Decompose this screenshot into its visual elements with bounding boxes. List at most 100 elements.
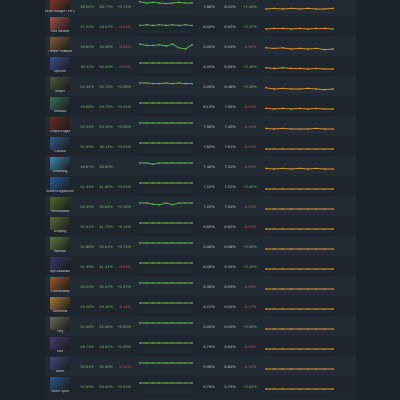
sparkline-point [298, 128, 301, 130]
hero-portrait[interactable] [50, 297, 70, 310]
hero-portrait[interactable] [50, 177, 70, 190]
hero-cell[interactable]: Treant Protector [45, 36, 75, 56]
sparkline-point [323, 68, 326, 70]
sparkline-svg [139, 322, 193, 333]
pickrate-after: 6.48% [224, 83, 236, 89]
sparkline-point [332, 328, 334, 330]
hero-portrait[interactable] [50, 197, 70, 210]
table-row[interactable]: Enchantress 50.20% 50.57% +0.37% 6.35% 6.09% -… [45, 276, 356, 296]
sparkline-point [139, 122, 141, 124]
sparkline-point [165, 262, 167, 264]
table-row[interactable]: Chaos Knight 52.93% 53.19% +0.26% 7.56% 7.42%… [45, 116, 356, 136]
hero-portrait[interactable] [50, 277, 70, 290]
sparkline-svg [139, 0, 193, 13]
table-row[interactable]: Ancient Apparition 51.43% 51.65% +0.22% 7.22… [45, 176, 356, 196]
pickrate-change: -0.07% [243, 223, 257, 229]
table-row[interactable]: Lion 48.73% 48.82% +0.09% 6.79% 6.64% -0.15% [45, 336, 356, 356]
table-row[interactable]: Bane 50.81% 50.69% -0.12% 6.95% 6.83% -0.12% [45, 356, 356, 376]
sparkline-point [332, 268, 334, 270]
sparkline-point [306, 68, 309, 70]
sparkline-point [306, 28, 309, 30]
hero-cell[interactable]: Morphling [45, 156, 75, 176]
hero-portrait[interactable] [50, 157, 70, 170]
table-row[interactable]: Spectre 52.11% 52.09% -0.02% 6.20% 6.55% +0.35… [45, 56, 356, 76]
sparkline-point [332, 28, 334, 30]
sparkline-point [191, 122, 193, 124]
hero-cell[interactable]: Sniper [45, 76, 75, 96]
hero-cell[interactable]: Storm Spirit [45, 376, 75, 396]
hero-portrait[interactable] [50, 257, 70, 270]
table-row[interactable]: Venomancer 50.49% 50.64% +0.15% 7.22% 7.00% -0… [45, 196, 356, 216]
hero-cell[interactable]: Venomancer [45, 196, 75, 216]
hero-name: Medusa [53, 110, 67, 113]
sparkline-point [315, 47, 318, 50]
table-row[interactable]: Undying 51.61% 51.72% +0.11% 6.69% 6.62% -0.07… [45, 216, 356, 236]
table-row[interactable]: Medusa 49.68% 49.72% +0.21% 8.19% 7.99% -0.20% [45, 96, 356, 116]
hero-cell[interactable]: Medusa [45, 96, 75, 116]
table-row[interactable]: Treant Protector 39.60% 40.06% -0.24% 6.00% 6… [45, 36, 356, 56]
hero-portrait[interactable] [50, 377, 70, 390]
sparkline-point [158, 282, 161, 284]
winrate-after: 50.69% [99, 363, 113, 369]
hero-cell[interactable]: Lion [45, 336, 75, 356]
sparkline-point [152, 362, 154, 364]
sparkline-point [171, 62, 174, 64]
hero-cell[interactable]: Spectre [45, 56, 75, 76]
hero-name: Void Weaver [50, 30, 70, 33]
sparkline-point [273, 228, 276, 230]
sparkline-svg [265, 188, 334, 193]
table-row[interactable]: Storm Spirit 52.69% 53.60% +0.91% 5.76% 5.79%… [45, 376, 356, 396]
hero-cell[interactable]: Alchemist [45, 296, 75, 316]
table-row[interactable]: Tiny 51.68% 51.68% +0.00% 6.00% 6.00% +0.00% [45, 316, 356, 336]
sparkline-point [139, 302, 141, 304]
table-row[interactable]: Alchemist 49.46% 49.35% -0.11% 6.21% 6.04% -0.… [45, 296, 356, 316]
table-row[interactable]: Drow Ranger / Pit Lord 48.06% 48.77% +0.71%… [45, 0, 356, 16]
table-row[interactable]: Sniper 52.44% 52.72% +0.28% 6.09% 6.48% +0.39% [45, 76, 356, 96]
hero-portrait[interactable] [50, 77, 70, 90]
sparkline-point [273, 268, 276, 270]
hero-portrait[interactable] [50, 37, 70, 50]
hero-portrait[interactable] [50, 137, 70, 150]
hero-cell[interactable]: Bane [45, 356, 75, 376]
table-row[interactable]: Kunkka 51.89% 52.11% +0.22% 7.82% 7.61% -0.21% [45, 136, 356, 156]
hero-cell[interactable]: Void Weaver [45, 16, 75, 36]
sparkline-point [265, 188, 267, 190]
hero-cell[interactable]: Undying [45, 216, 75, 236]
table-row[interactable]: Void Weaver 47.22% 48.07% -0.21% 6.02% 6.52% +… [45, 16, 356, 36]
winrate-sparkline [134, 116, 198, 136]
winrate-after: 48.80% [99, 163, 113, 169]
hero-cell[interactable]: Enchantress [45, 276, 75, 296]
sparkline-point [281, 348, 284, 350]
hero-portrait[interactable] [50, 17, 70, 30]
hero-portrait[interactable] [50, 97, 70, 110]
sparkline-point [178, 24, 180, 27]
hero-cell[interactable]: Chaos Knight [45, 116, 75, 136]
hero-cell[interactable]: Warlock [45, 236, 75, 256]
hero-portrait[interactable] [50, 237, 70, 250]
pickrate-after: 7.42% [224, 123, 236, 129]
hero-cell[interactable]: Ancient Apparition [45, 176, 75, 196]
sparkline-point [298, 228, 301, 230]
winrate-before: 49.46% [80, 303, 94, 309]
hero-portrait[interactable] [50, 337, 70, 350]
sparkline-point [184, 182, 187, 184]
table-row[interactable]: Morphling 48.67% 48.80% 7.40% 7.31% -0.09% [45, 156, 356, 176]
pickrate-sparkline [260, 56, 339, 76]
sparkline-point [281, 8, 284, 10]
hero-portrait[interactable] [50, 317, 70, 330]
table-row[interactable]: Warlock 51.88% 52.61% +0.74% 6.08% 6.08% +0.00… [45, 236, 356, 256]
hero-portrait[interactable] [50, 57, 70, 70]
sparkline-svg [265, 268, 334, 273]
sparkline-point [165, 82, 167, 84]
hero-cell[interactable]: Drow Ranger / Pit Lord [45, 0, 75, 16]
pickrate-sparkline [260, 136, 339, 156]
hero-cell[interactable]: Tiny [45, 316, 75, 336]
hero-cell[interactable]: Kunkka [45, 136, 75, 156]
hero-portrait[interactable] [50, 217, 70, 230]
hero-portrait[interactable] [50, 0, 70, 10]
hero-cell[interactable]: Nyx Assassin [45, 256, 75, 276]
hero-portrait[interactable] [50, 117, 70, 130]
hero-portrait[interactable] [50, 357, 70, 370]
table-row[interactable]: Nyx Assassin 51.35% 51.31% -0.04% 6.00% 6.30%… [45, 256, 356, 276]
sparkline-point [315, 148, 318, 150]
